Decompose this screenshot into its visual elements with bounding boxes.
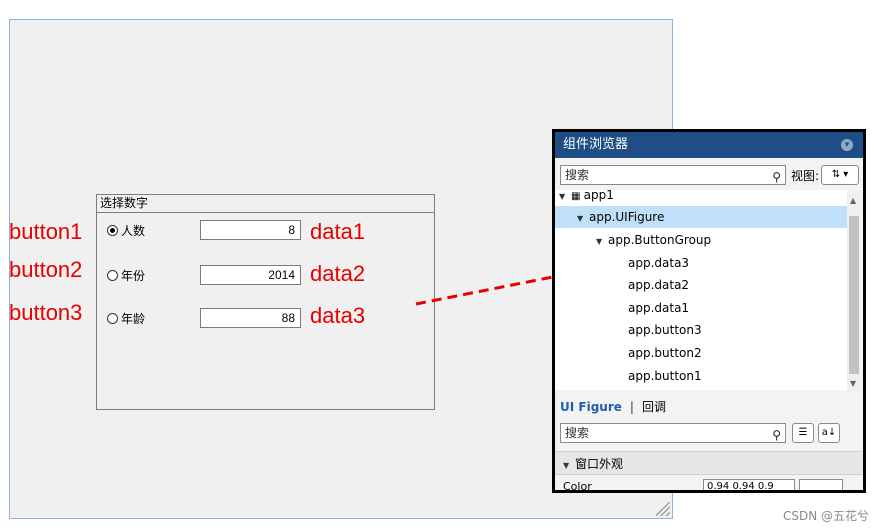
tree-item-label: app.data3	[628, 256, 690, 270]
tab-separator: |	[629, 399, 634, 414]
component-tree[interactable]: ▼ ▦ app1 ▼ app.UIFigure ▼ app.ButtonGroup a…	[555, 190, 847, 390]
tree-item-data1[interactable]: app.data1	[555, 297, 847, 319]
panel-menu-icon[interactable]: ▾	[841, 139, 853, 151]
tree-search-row: 搜索 ⚲ 视图: ⇅ ▾	[560, 165, 860, 185]
sort-az-icon[interactable]: a↓	[818, 423, 840, 443]
inspector-tabs: UI Figure | 回调	[560, 398, 666, 415]
panel-title: 组件浏览器	[563, 137, 629, 152]
tree-item-data2[interactable]: app.data2	[555, 274, 847, 296]
watermark: CSDN @五花兮	[782, 509, 869, 523]
tree-item-label: app.button2	[628, 346, 702, 360]
color-swatch-button[interactable]	[799, 479, 843, 490]
view-dropdown-button[interactable]: ⇅ ▾	[821, 165, 860, 185]
property-search-input[interactable]: 搜索 ⚲	[560, 423, 786, 443]
view-label: 视图:	[791, 168, 820, 183]
tree-item-label: app.UIFigure	[589, 210, 665, 224]
tab-ui-figure[interactable]: UI Figure	[560, 400, 622, 414]
component-browser-panel: 组件浏览器 ▾ 搜索 ⚲ 视图: ⇅ ▾ ▼ ▦ app1 ▼ app.UIFigu…	[552, 129, 866, 493]
tree-item-label: app.ButtonGroup	[608, 233, 712, 247]
tree-item-label: app.button3	[628, 323, 702, 337]
tree-item-uifigure[interactable]: ▼ app.UIFigure	[555, 206, 847, 228]
scroll-down-icon[interactable]: ▼	[850, 379, 856, 388]
section-label: 窗口外观	[575, 457, 624, 471]
search-icon: ⚲	[772, 428, 781, 442]
tree-item-label: app.data1	[628, 301, 690, 315]
tree-item-button3[interactable]: app.button3	[555, 319, 847, 341]
section-window-appearance[interactable]: ▼ 窗口外观	[555, 451, 863, 475]
tree-item-label: app.button1	[628, 369, 702, 383]
search-placeholder: 搜索	[565, 168, 590, 182]
tree-item-button1[interactable]: app.button1	[555, 365, 847, 387]
app-icon: ▦	[571, 191, 584, 202]
tree-search-input[interactable]: 搜索 ⚲	[560, 165, 786, 185]
collapse-caret-icon[interactable]: ▼	[563, 454, 575, 478]
expand-caret-icon[interactable]: ▼	[577, 208, 589, 230]
property-name: Color	[563, 480, 592, 493]
property-value-field[interactable]: 0.94 0.94 0.9	[703, 479, 795, 490]
tree-item-buttongroup[interactable]: ▼ app.ButtonGroup	[555, 229, 847, 251]
list-view-icon[interactable]: ☰	[792, 423, 814, 443]
panel-header: 组件浏览器 ▾	[555, 132, 863, 158]
tree-scrollbar[interactable]: ▲ ▼	[847, 190, 861, 390]
tree-item-label: app.data2	[628, 278, 690, 292]
tree-item-app1[interactable]: ▼ ▦ app1	[555, 190, 847, 206]
scroll-thumb[interactable]	[849, 216, 859, 374]
tree-item-button2[interactable]: app.button2	[555, 342, 847, 364]
tree-item-data3[interactable]: app.data3	[555, 252, 847, 274]
scroll-up-icon[interactable]: ▲	[850, 196, 856, 205]
tab-callbacks[interactable]: 回调	[642, 398, 666, 415]
search-placeholder: 搜索	[565, 426, 590, 440]
expand-caret-icon[interactable]: ▼	[596, 231, 608, 253]
search-icon: ⚲	[772, 170, 781, 184]
tree-item-label: app1	[583, 190, 614, 202]
property-search-row: 搜索 ⚲ ☰ a↓	[560, 423, 840, 443]
